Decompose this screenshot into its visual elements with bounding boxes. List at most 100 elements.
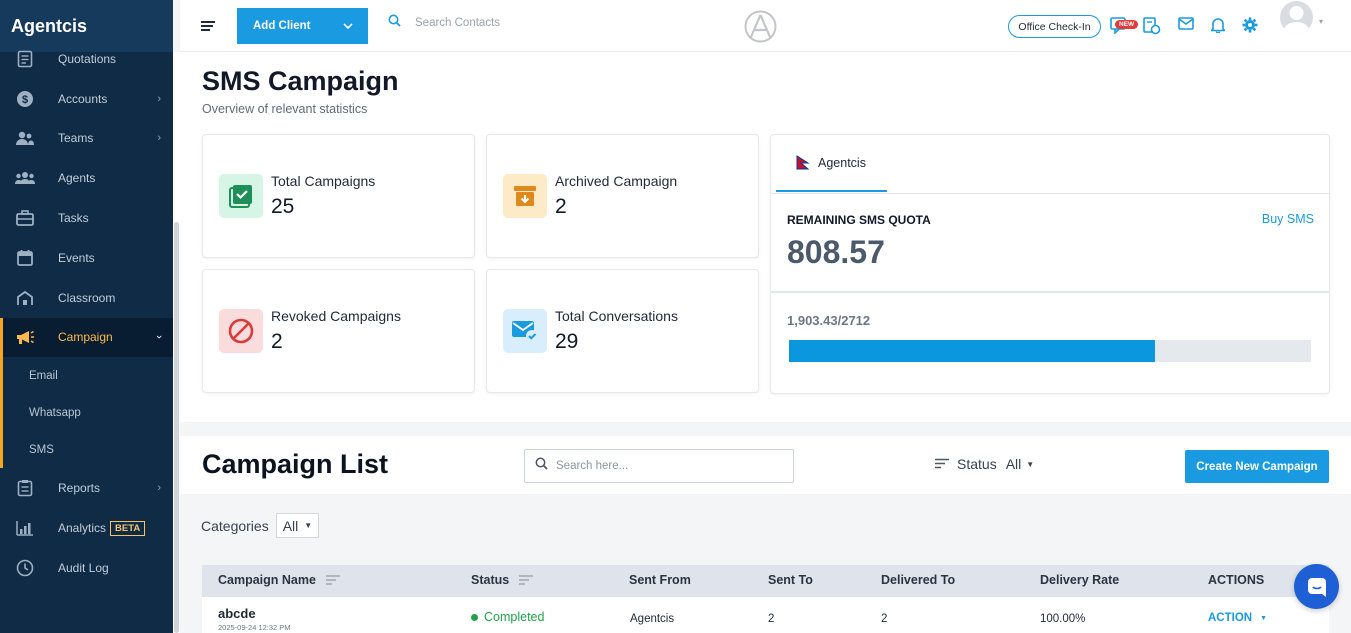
sidebar-item-classroom[interactable]: Classroom [0, 278, 173, 318]
classroom-icon [15, 288, 35, 308]
sidebar-item-events[interactable]: Events [0, 238, 173, 278]
chevron-right-icon: › [157, 482, 161, 495]
stat-value: 29 [555, 330, 579, 353]
checklist-icon [219, 174, 263, 218]
campaign-search-input[interactable] [556, 460, 776, 472]
action-dropdown[interactable]: ACTION ▼ [1208, 612, 1267, 624]
sidebar-item-tasks[interactable]: Tasks [0, 198, 173, 238]
agents-icon [15, 168, 35, 188]
sidebar-item-reports[interactable]: Reports › [0, 468, 173, 508]
sidebar-item-label: Agents [58, 171, 96, 186]
status-badge: Completed [471, 610, 544, 624]
categories-value: All [282, 517, 299, 534]
quota-progress-bar [789, 340, 1311, 362]
stat-label: Total Conversations [555, 308, 678, 324]
documents-icon[interactable] [1143, 17, 1161, 40]
stat-card-archived-campaign: Archived Campaign 2 [486, 134, 759, 258]
stat-value: 2 [271, 330, 283, 353]
sidebar-item-label: Classroom [58, 290, 116, 305]
campaign-list-title: Campaign List [202, 449, 389, 479]
status-label: Status [957, 456, 997, 472]
status-select[interactable]: All ▼ [1006, 456, 1034, 472]
dollar-icon: $ [15, 89, 35, 109]
submenu-item-email[interactable]: Email [3, 357, 173, 394]
table-row[interactable]: abcde 2025-09-24 12:32 PM Completed Agen… [202, 597, 1329, 633]
sidebar-item-label: Tasks [58, 211, 89, 226]
column-header: ACTIONS [1208, 573, 1264, 587]
action-label: ACTION [1208, 612, 1253, 624]
sidebar-item-campaign[interactable]: Campaign › [0, 317, 173, 358]
campaign-name[interactable]: abcde [218, 606, 256, 621]
sort-icon[interactable] [325, 575, 340, 585]
stat-label: Archived Campaign [555, 173, 678, 189]
categories-select[interactable]: All ▼ [275, 513, 320, 538]
column-header[interactable]: Status [471, 573, 534, 587]
svg-text:$: $ [22, 94, 28, 106]
chevron-right-icon: › [157, 132, 161, 145]
column-label: Delivered To [881, 573, 956, 587]
sidebar-item-accounts[interactable]: $ Accounts › [0, 79, 173, 119]
search-contacts-input[interactable] [415, 17, 615, 29]
remaining-quota-value: 808.57 [787, 234, 885, 270]
caret-down-icon: ▼ [1260, 614, 1268, 622]
sidebar-item-label: Campaign [58, 330, 113, 345]
menu-icon[interactable] [201, 19, 215, 37]
document-icon [15, 49, 35, 69]
analytics-icon [15, 518, 35, 538]
archive-icon [503, 174, 547, 218]
column-header: Sent From [629, 573, 691, 587]
campaign-list-header: Campaign List Status All ▼ Create New Cam… [180, 436, 1351, 494]
status-dot-icon [471, 613, 478, 621]
column-label: ACTIONS [1208, 573, 1265, 587]
sidebar-item-audit-log[interactable]: Audit Log [0, 548, 173, 588]
mail-check-icon [503, 309, 547, 353]
avatar[interactable] [1280, 1, 1313, 34]
submenu-item-sms[interactable]: SMS [3, 431, 173, 468]
campaign-search [524, 449, 794, 483]
stat-label: Revoked Campaigns [271, 308, 401, 324]
sidebar-item-label: Audit Log [58, 560, 109, 575]
stat-card-total-campaigns: Total Campaigns 25 [202, 134, 475, 258]
buy-sms-link[interactable]: Buy SMS [1262, 212, 1314, 226]
chevron-down-icon[interactable]: ▾ [1319, 17, 1323, 26]
calendar-icon [15, 248, 35, 268]
gear-icon[interactable] [1242, 17, 1258, 38]
sent-to-cell: 2 [768, 613, 775, 625]
tab-label: Agentcis [818, 155, 866, 170]
campaign-submenu: Email Whatsapp SMS [0, 357, 173, 469]
sort-icon[interactable] [519, 575, 534, 585]
sidebar-nav-lower: Reports › Analytics BETA Audit Log [0, 468, 173, 587]
chevron-down-icon[interactable] [328, 8, 368, 44]
bell-icon[interactable] [1209, 17, 1227, 38]
divider [771, 193, 1329, 194]
create-new-campaign-button[interactable]: Create New Campaign [1185, 450, 1329, 483]
sidebar-item-analytics[interactable]: Analytics BETA [0, 508, 173, 548]
sidebar-item-label: Accounts [58, 91, 108, 106]
sidebar-nav: Quotations $ Accounts › Teams › Agents T… [0, 39, 173, 358]
column-label: Sent From [629, 573, 691, 587]
search-icon [535, 457, 548, 475]
submenu-item-whatsapp[interactable]: Whatsapp [3, 394, 173, 431]
sidebar-item-teams[interactable]: Teams › [0, 119, 173, 159]
sidebar-scrollbar-thumb[interactable] [174, 222, 179, 633]
filter-icon [935, 456, 949, 472]
stat-card-total-conversations: Total Conversations 29 [486, 269, 759, 393]
page-title: SMS Campaign [202, 66, 399, 96]
office-checkin-button[interactable]: Office Check-In [1008, 15, 1101, 38]
sidebar-item-label: Reports [58, 481, 101, 496]
add-client-label: Add Client [253, 20, 311, 32]
divider [771, 291, 1329, 293]
sidebar-item-agents[interactable]: Agents [0, 158, 173, 198]
tab-agentcis[interactable]: Agentcis [776, 135, 887, 192]
add-client-button[interactable]: Add Client [237, 8, 368, 44]
block-icon [219, 309, 263, 353]
topbar: Add Client Office Check-In NEW ▾ [180, 0, 1351, 52]
sidebar-item-label: Quotations [58, 51, 117, 66]
chat-support-button[interactable] [1294, 564, 1339, 609]
status-text: Completed [484, 610, 545, 624]
sidebar-item-label: Teams [58, 131, 94, 146]
sidebar-item-quotations[interactable]: Quotations [0, 39, 173, 79]
mail-icon[interactable] [1178, 17, 1194, 35]
categories-filter: Categories All ▼ [201, 513, 320, 538]
column-header[interactable]: Campaign Name [218, 573, 340, 587]
